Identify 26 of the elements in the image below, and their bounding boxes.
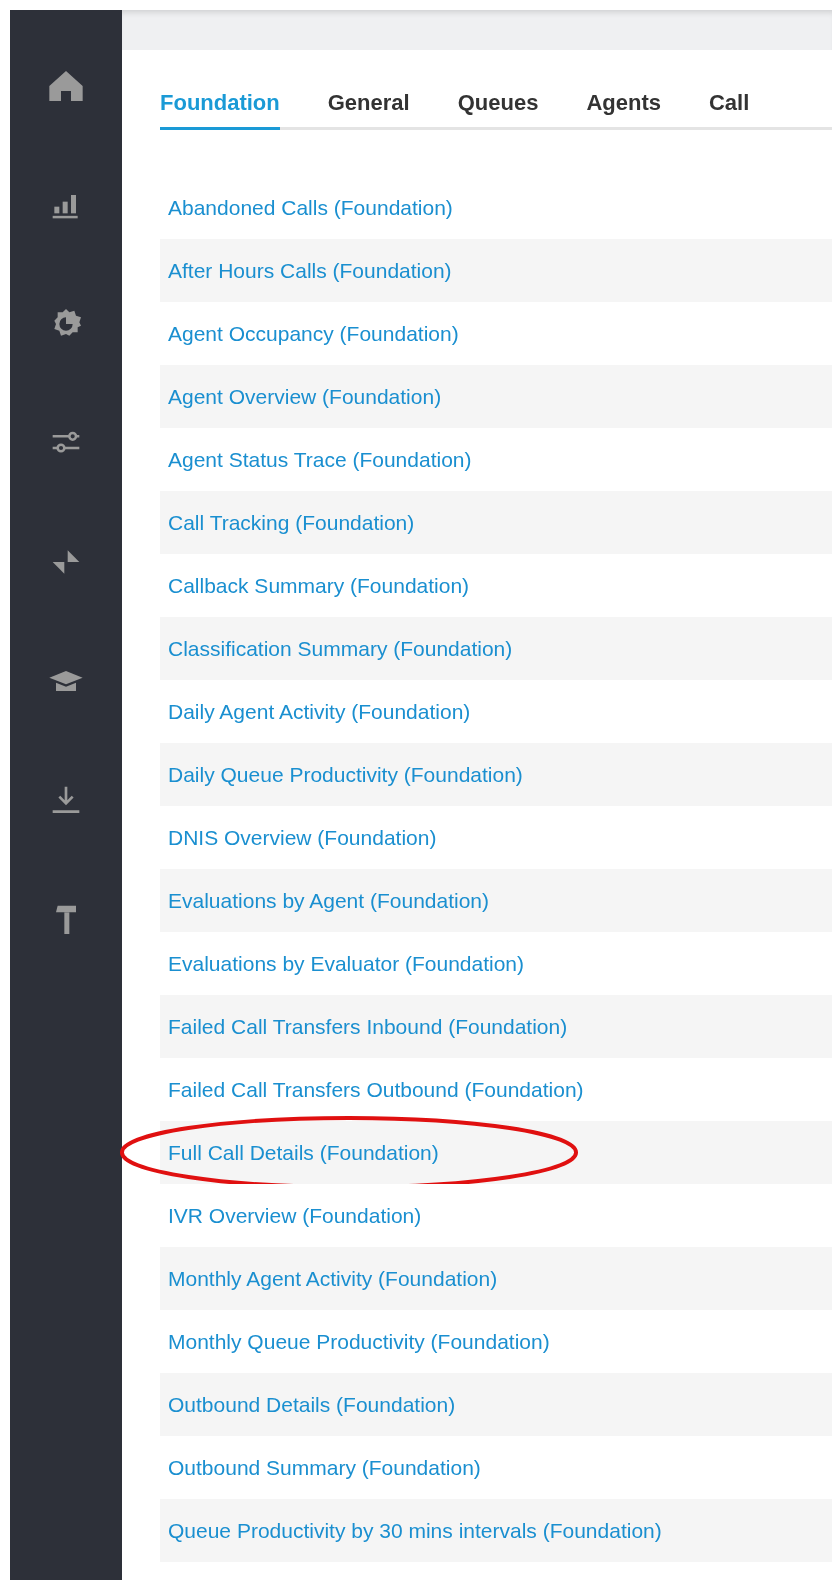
tab[interactable]: Call [708,86,750,130]
report-link[interactable]: Classification Summary (Foundation) [168,632,513,665]
report-link[interactable]: Outbound Details (Foundation) [168,1388,456,1421]
report-link[interactable]: Agent Status Trace (Foundation) [168,443,472,476]
report-link[interactable]: Evaluations by Evaluator (Foundation) [168,947,525,980]
report-link[interactable]: After Hours Calls (Foundation) [168,254,452,287]
report-link[interactable]: IVR Overview (Foundation) [168,1199,422,1232]
report-link[interactable]: Monthly Agent Activity (Foundation) [168,1262,498,1295]
tab[interactable]: Foundation [160,86,280,130]
report-link[interactable]: Daily Agent Activity (Foundation) [168,695,471,728]
report-link[interactable]: Monthly Queue Productivity (Foundation) [168,1325,550,1358]
tab[interactable]: Queues [457,86,539,130]
report-link[interactable]: Outbound Summary (Foundation) [168,1451,481,1484]
tab[interactable]: General [327,86,410,130]
report-link[interactable]: DNIS Overview (Foundation) [168,821,437,854]
report-link[interactable]: Daily Queue Productivity (Foundation) [168,758,523,791]
tab[interactable]: Agents [586,86,661,130]
report-link[interactable]: Abandoned Calls (Foundation) [168,191,453,224]
report-link[interactable]: Agent Overview (Foundation) [168,380,442,413]
report-link[interactable]: Call Tracking (Foundation) [168,506,415,539]
report-link[interactable]: Agent Occupancy (Foundation) [168,317,459,350]
report-link[interactable]: Failed Call Transfers Outbound (Foundation) [168,1073,584,1106]
report-link[interactable]: Failed Call Transfers Inbound (Foundation) [168,1010,568,1043]
report-link[interactable]: Callback Summary (Foundation) [168,569,470,602]
report-link[interactable]: Evaluations by Agent (Foundation) [168,884,490,917]
report-link[interactable]: Queue Productivity by 30 mins intervals (Foundation) [168,1514,662,1547]
